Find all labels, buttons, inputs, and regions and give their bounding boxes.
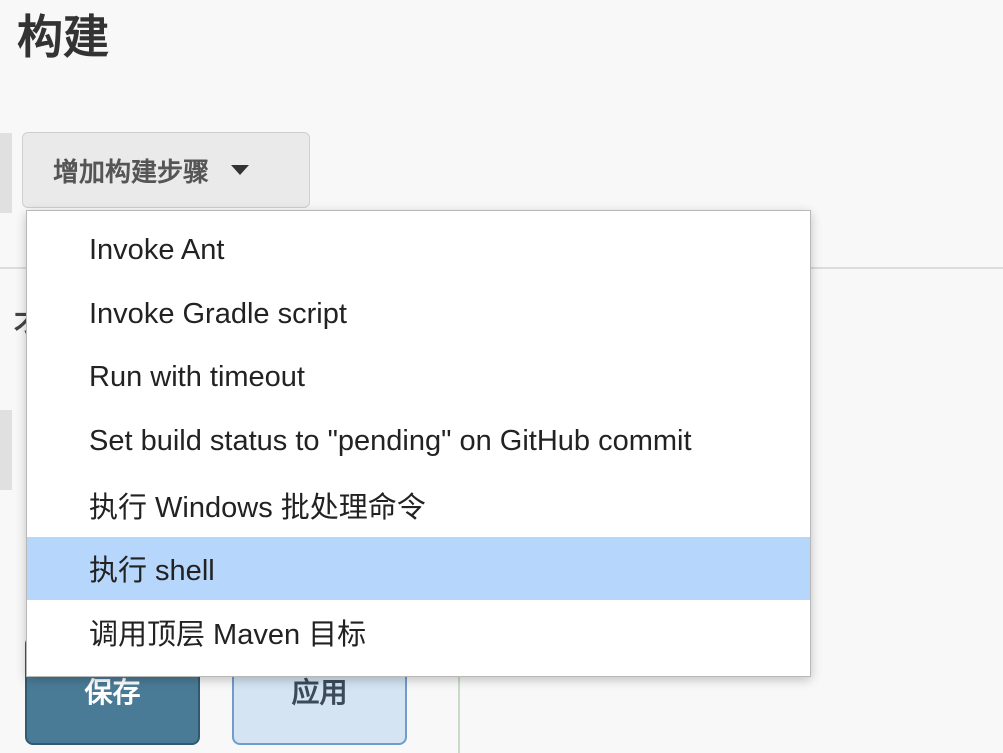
menu-item-github-pending-status[interactable]: Set build status to "pending" on GitHub … <box>27 410 810 474</box>
section-gutter-bar <box>0 133 12 213</box>
menu-item-run-with-timeout[interactable]: Run with timeout <box>27 346 810 410</box>
build-step-dropdown-menu: Invoke Ant Invoke Gradle script Run with… <box>26 210 811 677</box>
section-gutter-bar <box>0 410 12 490</box>
add-build-step-button[interactable]: 增加构建步骤 <box>22 132 310 208</box>
menu-item-maven-target[interactable]: 调用顶层 Maven 目标 <box>27 600 810 664</box>
caret-down-icon <box>231 165 250 175</box>
section-title: 构建 <box>17 10 109 64</box>
add-build-step-label: 增加构建步骤 <box>53 157 210 188</box>
menu-item-execute-shell[interactable]: 执行 shell <box>27 536 810 600</box>
menu-item-invoke-gradle[interactable]: Invoke Gradle script <box>27 283 810 347</box>
jenkins-config-page: 构建 增加构建步骤 才 保存 应用 Invoke Ant Invoke Grad… <box>0 0 1003 753</box>
menu-item-invoke-ant[interactable]: Invoke Ant <box>27 219 810 283</box>
menu-item-windows-batch[interactable]: 执行 Windows 批处理命令 <box>27 473 810 537</box>
